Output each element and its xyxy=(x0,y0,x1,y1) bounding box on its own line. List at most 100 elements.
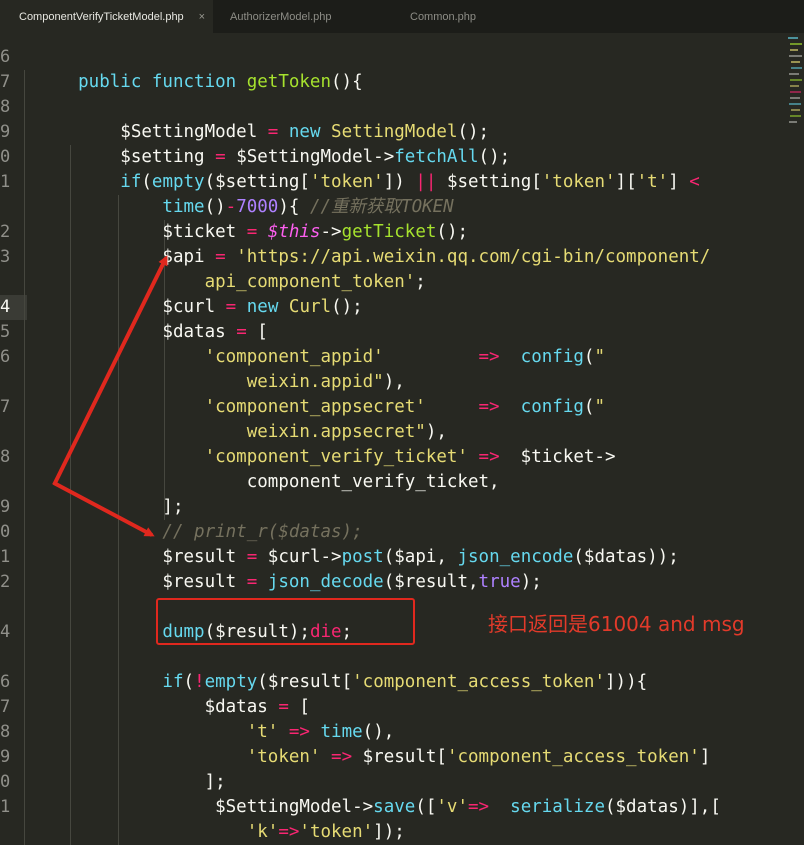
code-line[interactable]: $ticket = $this->getTicket(); xyxy=(36,220,468,245)
code-token: ($setting[ xyxy=(204,172,310,192)
code-token: => xyxy=(478,447,500,467)
code-token: 'component_verify_ticket' xyxy=(36,447,468,467)
code-token: = xyxy=(215,147,226,167)
code-line[interactable]: 'token' => $result['component_access_tok… xyxy=(36,745,711,770)
code-line[interactable]: api_component_token'; xyxy=(36,270,426,295)
tab-common[interactable]: Common.php xyxy=(410,0,476,33)
code-token: // print_r($datas); xyxy=(36,522,363,542)
code-token: => xyxy=(331,747,353,767)
code-token: json_decode xyxy=(267,572,384,592)
code-line[interactable]: if(!empty($result['component_access_toke… xyxy=(36,670,647,695)
code-line[interactable]: 'component_appsecret' => config(" xyxy=(36,395,605,420)
code-line[interactable]: ]; xyxy=(36,770,226,795)
code-line[interactable]: $result = json_decode($result,true); xyxy=(36,570,541,595)
code-token: $setting xyxy=(36,147,216,167)
code-line[interactable]: time()-7000){ //重新获取TOKEN xyxy=(36,195,454,220)
code-token: $SettingModel-> xyxy=(225,147,395,167)
line-number: 7 xyxy=(0,397,11,417)
code-line[interactable]: // print_r($datas); xyxy=(36,520,363,545)
code-line[interactable]: $datas = [ xyxy=(36,695,310,720)
code-token: ] xyxy=(699,747,711,767)
code-token: public function xyxy=(36,72,247,92)
line-number: 8 xyxy=(0,97,11,117)
code-token: 'component_appid' xyxy=(36,347,384,367)
code-line[interactable]: $curl = new Curl(); xyxy=(36,295,362,320)
line-number: 0 xyxy=(0,772,11,792)
code-token: Curl xyxy=(288,297,332,317)
tab-label: Common.php xyxy=(410,11,477,23)
line-number: 5 xyxy=(0,322,11,342)
code-token: 'component_appsecret' xyxy=(36,397,426,417)
code-token: if xyxy=(36,672,184,692)
code-token: ]; xyxy=(36,497,184,517)
code-token: $datas xyxy=(36,322,237,342)
line-number xyxy=(0,595,20,620)
code-line[interactable]: $result = $curl->post($api, json_encode(… xyxy=(36,545,679,570)
line-number: 7 xyxy=(0,72,11,92)
code-token: true xyxy=(478,572,521,592)
code-token: = xyxy=(236,322,247,342)
code-token: ($datas)); xyxy=(573,547,679,567)
line-number: 7 xyxy=(0,697,11,717)
code-token: api_component_token' xyxy=(36,272,416,292)
code-token: (){ xyxy=(331,72,363,92)
code-line[interactable]: 'component_verify_ticket' => $ticket-> xyxy=(36,445,616,470)
line-number xyxy=(0,420,20,445)
tab-componentverifyticketmodel[interactable]: ComponentVerifyTicketModel.php × xyxy=(0,0,213,33)
indent-guide xyxy=(24,70,25,845)
code-token: 't' xyxy=(36,722,279,742)
code-line[interactable]: weixin.appid"), xyxy=(36,370,405,395)
code-line[interactable]: 'k'=>'token']); xyxy=(36,820,405,845)
code-line[interactable]: $datas = [ xyxy=(36,320,268,345)
code-token: 'v' xyxy=(436,797,468,817)
line-number: 0 xyxy=(0,147,11,167)
line-number xyxy=(0,470,20,495)
code-token: $ticket xyxy=(36,222,247,242)
code-line[interactable]: $setting = $SettingModel->fetchAll(); xyxy=(36,145,510,170)
code-token: (); xyxy=(457,122,490,142)
code-token: //重新获取TOKEN xyxy=(309,197,454,217)
code-token: SettingModel xyxy=(331,122,458,142)
code-line[interactable]: 't' => time(), xyxy=(36,720,395,745)
line-number: 1 xyxy=(0,547,11,567)
code-line[interactable]: public function getToken(){ xyxy=(36,70,363,95)
code-token: ($datas)],[ xyxy=(604,797,721,817)
code-token: ([ xyxy=(415,797,437,817)
code-token: $curl xyxy=(36,297,226,317)
tab-authorizermodel[interactable]: AuthorizerModel.php xyxy=(230,0,332,33)
code-token: ( xyxy=(183,672,195,692)
code-token: getTicket xyxy=(341,222,437,242)
close-icon[interactable]: × xyxy=(199,0,205,34)
code-line[interactable]: $SettingModel->save(['v'=> serialize($da… xyxy=(36,795,721,820)
code-token: ( xyxy=(583,347,595,367)
code-token: $api xyxy=(36,247,216,267)
code-token: [ xyxy=(246,322,268,342)
code-line[interactable]: component_verify_ticket, xyxy=(36,470,500,495)
code-token: ])){ xyxy=(605,672,648,692)
code-line[interactable]: 'component_appid' => config(" xyxy=(36,345,605,370)
code-editor[interactable]: 6 7 8 9 0 1 2 3 4 5 6 7 8 9 0 1 2 4 6 7 8 9 0 1 public function… xyxy=(0,33,804,845)
minimap[interactable] xyxy=(784,33,804,153)
code-token: empty xyxy=(204,672,258,692)
code-token: (); xyxy=(436,222,469,242)
code-line[interactable]: ]; xyxy=(36,495,184,520)
code-token: ), xyxy=(425,422,447,442)
code-line[interactable]: $SettingModel = new SettingModel(); xyxy=(36,120,489,145)
line-number: 1 xyxy=(0,797,11,817)
code-line[interactable]: $api = 'https://api.weixin.qq.com/cgi-bi… xyxy=(36,245,710,270)
line-number xyxy=(0,370,20,395)
code-token: ]); xyxy=(373,822,405,842)
tab-label: AuthorizerModel.php xyxy=(230,11,332,23)
code-token: ][ xyxy=(615,172,637,192)
code-token: weixin.appsecret" xyxy=(36,422,426,442)
code-line[interactable]: if(empty($setting['token']) || $setting[… xyxy=(36,170,700,195)
code-token: = xyxy=(246,222,258,242)
code-line[interactable]: weixin.appsecret"), xyxy=(36,420,447,445)
